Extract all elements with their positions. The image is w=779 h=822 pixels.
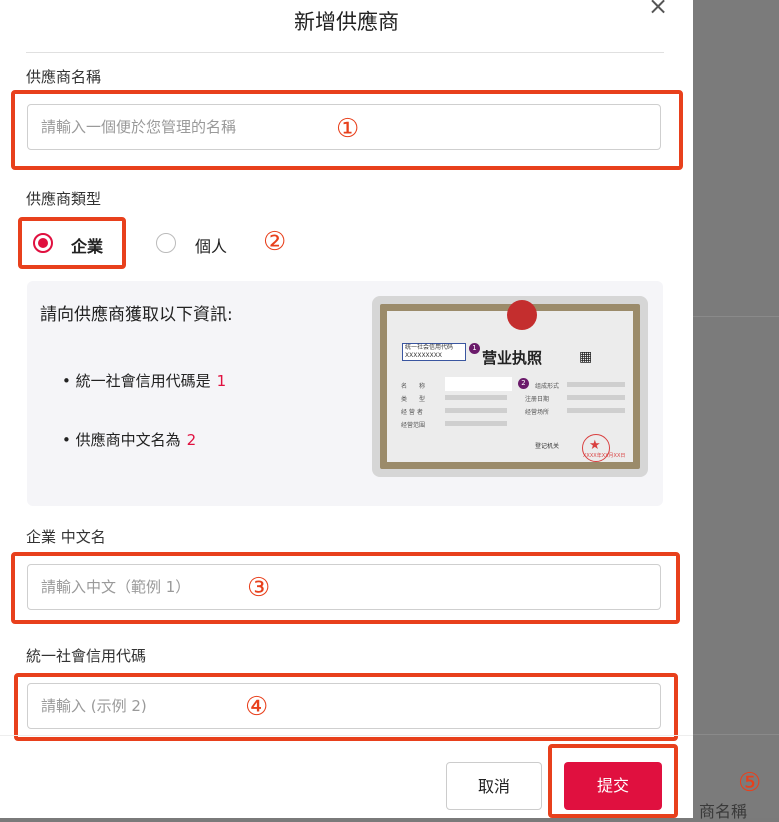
supplier-type-label: 供應商類型 bbox=[26, 190, 102, 208]
license-row-label: 经 营 者 bbox=[401, 409, 423, 416]
background-divider bbox=[693, 734, 779, 735]
seal-star-icon: ★ bbox=[589, 438, 601, 453]
license-reg-authority: 登记机关 bbox=[535, 443, 560, 450]
radio-individual-label[interactable]: 個人 bbox=[195, 233, 227, 257]
highlight-box-3 bbox=[11, 552, 680, 624]
license-field-bar bbox=[567, 408, 625, 413]
add-supplier-modal: 新增供應商 × 供應商名稱 ① 供應商類型 企業 個人 ② 請向供應商獲取以下資… bbox=[0, 0, 693, 818]
license-credit-code-box: 统一社会信用代码 XXXXXXXXX bbox=[402, 343, 466, 361]
business-license-image: 统一社会信用代码 XXXXXXXXX 1 营业执照 ▦ 2 名 称 类 型 经 营… bbox=[372, 296, 648, 477]
background-overlay bbox=[693, 0, 779, 818]
license-field-bar bbox=[567, 395, 625, 400]
highlight-box-4 bbox=[14, 673, 678, 741]
highlight-box-2 bbox=[18, 217, 126, 269]
credit-code-label: 統一社會信用代碼 bbox=[26, 647, 147, 665]
license-field-bar bbox=[445, 395, 507, 400]
radio-individual[interactable] bbox=[156, 233, 176, 253]
supplier-name-label: 供應商名稱 bbox=[26, 68, 102, 86]
footer-divider bbox=[0, 735, 693, 736]
cancel-button[interactable]: 取消 bbox=[446, 762, 542, 810]
license-name-box bbox=[445, 377, 512, 391]
background-divider bbox=[693, 316, 779, 317]
annotation-2: ② bbox=[263, 227, 287, 257]
license-title: 营业执照 bbox=[482, 349, 543, 367]
license-row-label: 经营范围 bbox=[401, 422, 426, 429]
info-title: 請向供應商獲取以下資訊: bbox=[40, 305, 233, 325]
modal-title: 新增供應商 bbox=[294, 10, 399, 34]
license-field-bar bbox=[445, 421, 507, 426]
national-emblem-icon bbox=[507, 300, 537, 330]
highlight-box-5 bbox=[548, 744, 678, 818]
license-row-label: 名 称 bbox=[401, 383, 426, 390]
license-row-label: 经营场所 bbox=[525, 409, 550, 416]
info-item-chinese-name: • 供應商中文名為 2 bbox=[62, 431, 197, 449]
license-field-bar bbox=[567, 382, 625, 387]
chinese-name-label: 企業 中文名 bbox=[26, 528, 106, 546]
annotation-4: ④ bbox=[245, 692, 269, 722]
annotation-5: ⑤ bbox=[738, 768, 762, 798]
license-badge-1: 1 bbox=[469, 343, 480, 354]
annotation-1: ① bbox=[336, 114, 360, 144]
close-icon[interactable]: × bbox=[648, 0, 668, 18]
license-row-label: 类 型 bbox=[401, 396, 426, 403]
license-field-bar bbox=[445, 408, 507, 413]
license-row-label: 组成形式 bbox=[535, 383, 560, 390]
info-item-credit-code: • 統一社會信用代碼是 1 bbox=[62, 372, 227, 390]
seal-date: XXXX年XX月XX日 bbox=[583, 453, 626, 459]
qr-code-icon: ▦ bbox=[579, 349, 593, 365]
license-row-label: 注册日期 bbox=[525, 396, 550, 403]
background-partial-label: 商名稱 bbox=[699, 802, 748, 821]
annotation-3: ③ bbox=[247, 573, 271, 603]
license-badge-2: 2 bbox=[518, 378, 529, 389]
header-divider bbox=[26, 52, 664, 53]
